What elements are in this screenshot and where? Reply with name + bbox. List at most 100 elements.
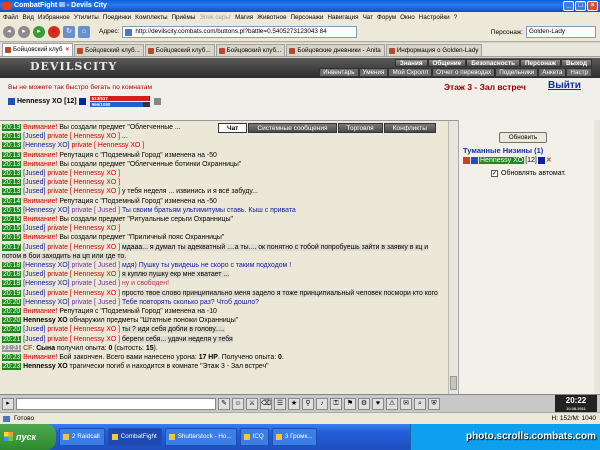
- chat-timestamp[interactable]: 20:14: [2, 197, 22, 205]
- chat-message-part[interactable]: [Jused]: [23, 271, 47, 278]
- chat-message-part[interactable]: [Jused]: [23, 290, 47, 297]
- chat-timestamp[interactable]: 20:18: [2, 271, 22, 279]
- menu-item[interactable]: Вид: [22, 14, 33, 21]
- top-nav-item[interactable]: Знания: [394, 59, 428, 67]
- chat-message-part[interactable]: [Hennessy XO]: [23, 142, 71, 149]
- room-panel-scrollbar[interactable]: [594, 120, 600, 394]
- chat-message-part[interactable]: [Jused]: [23, 336, 47, 343]
- chat-timestamp[interactable]: 20:20: [2, 298, 22, 306]
- settings-icon[interactable]: [153, 98, 161, 105]
- chat-message-part[interactable]: private [ Hennessy XO ]: [47, 326, 122, 333]
- room-user-entry[interactable]: Hennessy XO [12] ✕: [463, 156, 552, 164]
- flag-icon[interactable]: ⚑: [344, 397, 356, 410]
- chat-message-part[interactable]: Внимание!: [23, 161, 59, 168]
- chat-message-part[interactable]: private [ Jused ]: [71, 262, 122, 269]
- sub-nav-item[interactable]: Мой Скролл: [388, 68, 433, 77]
- menu-item[interactable]: Навигация: [327, 14, 358, 21]
- chat-message-part[interactable]: private [ Hennessy XO ]: [47, 188, 122, 195]
- chat-message-part[interactable]: [Hennessy XO]: [23, 207, 71, 214]
- chat-message-part[interactable]: private [ Hennessy XO ]: [47, 179, 120, 186]
- sub-nav-item[interactable]: Умения: [358, 68, 389, 77]
- chat-message-part[interactable]: [Hennessy XO]: [23, 280, 71, 287]
- menu-item[interactable]: Приёмы: [172, 14, 196, 21]
- address-input[interactable]: http://devilscity.combats.com/buttons.pl…: [122, 25, 358, 38]
- clear-icon[interactable]: ⌫: [260, 397, 272, 410]
- sub-nav-item[interactable]: Настр: [566, 68, 592, 77]
- chat-timestamp[interactable]: 20:13: [2, 151, 22, 159]
- chat-timestamp[interactable]: 20:21: [2, 335, 22, 343]
- chat-message-part[interactable]: private [ Jused ]: [71, 299, 122, 306]
- info-icon[interactable]: [78, 98, 86, 105]
- start-button[interactable]: пуск: [0, 424, 56, 450]
- menu-item[interactable]: Поединки: [103, 14, 131, 21]
- chat-tab[interactable]: Чат: [218, 123, 248, 133]
- chat-message-part[interactable]: [Jused]: [23, 179, 47, 186]
- chat-message-part[interactable]: private [ Jused ]: [71, 207, 122, 214]
- browser-tab[interactable]: Информация о Golden-Lady: [385, 44, 483, 56]
- chat-message-part[interactable]: CF:: [23, 345, 36, 352]
- auto-refresh-checkbox[interactable]: ✓: [491, 170, 498, 177]
- chat-message-part[interactable]: private [ Hennessy XO ]: [47, 225, 120, 232]
- pencil-icon[interactable]: ✎: [218, 397, 230, 410]
- chat-message-part[interactable]: private [ Hennessy XO ]: [47, 290, 122, 297]
- key-icon[interactable]: ⚿: [330, 397, 342, 410]
- mail-icon[interactable]: ✉: [400, 397, 412, 410]
- person-select[interactable]: Golden-Lady: [526, 26, 596, 38]
- top-nav-item[interactable]: Персонаж: [519, 59, 561, 67]
- shield-icon[interactable]: ⛨: [428, 397, 440, 410]
- sub-nav-item[interactable]: Отчет о переводах: [432, 68, 496, 77]
- chat-message-part[interactable]: private [ Hennessy XO ]: [47, 271, 122, 278]
- menu-item[interactable]: Утилиты: [74, 14, 99, 21]
- top-nav-item[interactable]: Выход: [560, 59, 592, 67]
- smile-icon[interactable]: ☺: [232, 397, 244, 410]
- chat-timestamp[interactable]: 20:23: [2, 363, 22, 371]
- music-icon[interactable]: ♪: [316, 397, 328, 410]
- scroll-icon[interactable]: ☰: [274, 397, 286, 410]
- chat-timestamp[interactable]: 20:13: [2, 124, 22, 131]
- chat-timestamp[interactable]: 20:13: [2, 188, 22, 196]
- sub-nav-item[interactable]: Подельники: [495, 68, 539, 77]
- star-icon[interactable]: ★: [288, 397, 300, 410]
- chat-timestamp[interactable]: 20:13: [2, 133, 22, 141]
- chat-message-part[interactable]: Внимание!: [23, 308, 59, 315]
- player-name[interactable]: Hennessy XO: [17, 98, 62, 105]
- chat-message-part[interactable]: private [ Hennessy XO ]: [71, 142, 144, 149]
- sword-icon[interactable]: ⚔: [246, 397, 258, 410]
- sub-nav-item[interactable]: Инвентарь: [319, 68, 359, 77]
- chat-message-part[interactable]: [Jused]: [23, 244, 47, 251]
- menu-item[interactable]: ?: [454, 14, 458, 21]
- menu-item[interactable]: Избранное: [38, 14, 70, 21]
- refresh-button[interactable]: Обновить: [499, 132, 547, 143]
- warning-icon[interactable]: ⚠: [386, 397, 398, 410]
- browser-tab[interactable]: Бойцовские дневники - Anita: [286, 44, 385, 56]
- chat-message-part[interactable]: private [ Hennessy XO ]: [47, 336, 122, 343]
- chat-timestamp[interactable]: 20:17: [2, 243, 22, 251]
- chat-message-part[interactable]: [Jused]: [23, 170, 47, 177]
- chat-message-part[interactable]: Внимание!: [23, 198, 59, 205]
- info-icon[interactable]: [537, 156, 545, 164]
- filter-icon[interactable]: ⚲: [302, 397, 314, 410]
- chat-message-part[interactable]: Внимание!: [23, 124, 59, 131]
- chat-message-part[interactable]: [Hennessy XO]: [23, 262, 71, 269]
- chat-message-part[interactable]: [Jused]: [23, 326, 47, 333]
- stop-icon[interactable]: ×: [48, 25, 60, 38]
- chat-message-part[interactable]: private [ Hennessy XO ]: [47, 170, 120, 177]
- search-icon[interactable]: ⌕: [414, 397, 426, 410]
- maximize-button[interactable]: □: [575, 1, 586, 11]
- chat-timestamp[interactable]: 21:21: [2, 344, 22, 352]
- browser-tab[interactable]: Бойцовский клуб...: [144, 44, 215, 56]
- chat-message-part[interactable]: Внимание!: [23, 354, 59, 361]
- private-icon[interactable]: [463, 156, 470, 164]
- taskbar-item[interactable]: ICQ: [239, 428, 269, 446]
- arrow-icon[interactable]: ▸: [2, 397, 14, 410]
- menu-item[interactable]: Магия: [235, 14, 253, 21]
- chat-tab[interactable]: Системные сообщения: [248, 123, 337, 133]
- chat-timestamp[interactable]: 20:20: [2, 317, 22, 325]
- taskbar-item[interactable]: 2 Raidcall: [59, 428, 105, 446]
- chat-timestamp[interactable]: 20:15: [2, 225, 22, 233]
- chat-timestamp[interactable]: 20:13: [2, 179, 22, 187]
- chat-message-part[interactable]: Внимание!: [23, 234, 59, 241]
- refresh-icon[interactable]: ↻: [63, 25, 75, 38]
- menu-item[interactable]: Персонажи: [290, 14, 323, 21]
- chat-timestamp[interactable]: 20:23: [2, 354, 22, 362]
